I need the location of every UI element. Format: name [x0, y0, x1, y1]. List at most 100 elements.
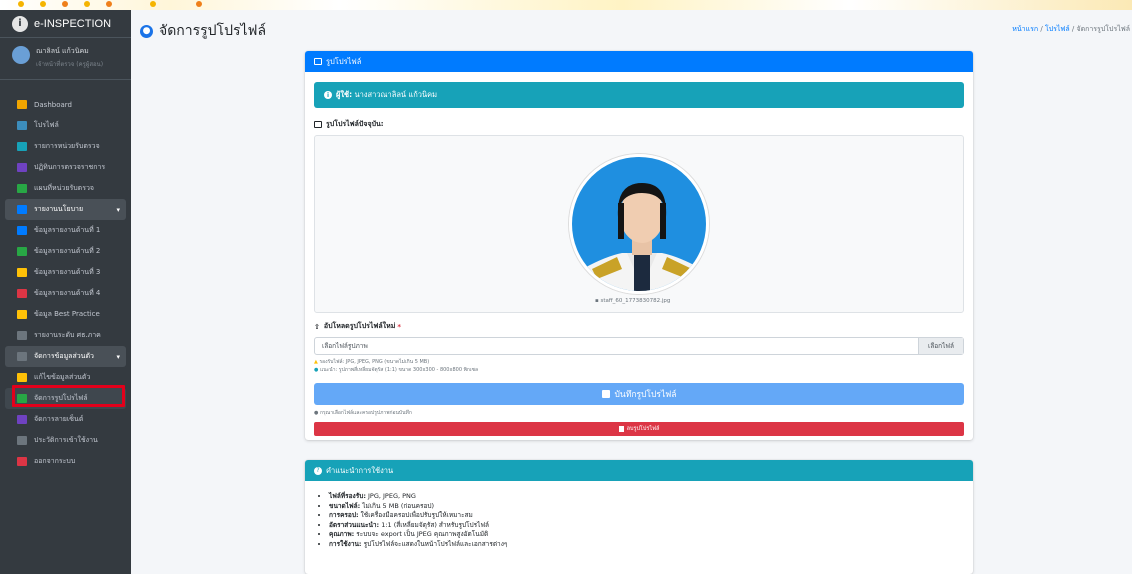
- sidebar-item-label: รายการหน่วยรับตรวจ: [34, 142, 100, 150]
- active-item-highlight: [12, 385, 125, 407]
- photo-filename: ▪ staff_60_1773830782.jpg: [595, 298, 671, 304]
- sidebar-item[interactable]: จัดการข้อมูลส่วนตัว ▾: [5, 346, 126, 367]
- photo-filename-text: staff_60_1773830782.jpg: [600, 298, 671, 304]
- sidebar-nav: Dashboard โปรไฟล์รายการหน่วยรับตรวจปฏิทิน…: [0, 80, 131, 472]
- history-icon: [17, 436, 27, 445]
- warning-icon: ▲: [314, 359, 318, 365]
- sidebar-item-label: ออกจากระบบ: [34, 457, 76, 465]
- upload-label-text: อัปโหลดรูปโปรไฟล์ใหม่: [323, 322, 396, 330]
- user-role: เจ้าหน้าที่ตรวจ (ครูผู้สอน): [36, 61, 104, 68]
- user-circle-icon: ●: [140, 24, 153, 38]
- profile-card-header: รูปโปรไฟล์: [305, 51, 973, 72]
- sidebar-item-label: ข้อมูลรายงานด้านที่ 1: [34, 226, 101, 234]
- sidebar-item-label: รายงานนโยบาย: [34, 205, 84, 213]
- sidebar-item[interactable]: ปฏิทินการตรวจราชการ: [5, 157, 126, 178]
- hint-formats-text: รองรับไฟล์: JPG, JPEG, PNG (ขนาดไม่เกิน …: [319, 359, 430, 365]
- guide-item: อัตราส่วนแนะนำ: 1:1 (สี่เหลี่ยมจัตุรัส) …: [329, 521, 507, 531]
- sidebar-item[interactable]: ข้อมูลรายงานด้านที่ 1: [5, 220, 126, 241]
- top-decorative-strip: [0, 0, 1132, 10]
- page-title-text: จัดการรูปโปรไฟล์: [159, 23, 267, 39]
- sidebar-item[interactable]: รายงานนโยบาย ▾: [5, 199, 126, 220]
- calendar-icon: [17, 163, 27, 172]
- sidebar-item[interactable]: รายงานระดับ ศธ.ภาค: [5, 325, 126, 346]
- sidebar-item-label: ข้อมูลรายงานด้านที่ 4: [34, 289, 101, 297]
- hint-size-text: แนะนำ: รูปภาพสี่เหลี่ยมจัตุรัส (1:1) ขนา…: [319, 367, 479, 373]
- user-icon: [17, 121, 27, 130]
- sidebar-item[interactable]: ข้อมูล Best Practice: [5, 304, 126, 325]
- sidebar-item-label: แผนที่หน่วยรับตรวจ: [34, 184, 94, 192]
- guide-item-key: อัตราส่วนแนะนำ:: [329, 520, 380, 529]
- guide-item-value: ระบบจะ export เป็น JPEG คุณภาพสูงอัตโนมั…: [354, 530, 489, 538]
- guide-item-key: การครอป:: [329, 511, 359, 519]
- list-icon: [17, 142, 27, 151]
- user-edit-icon: [17, 373, 27, 382]
- save-icon: [601, 390, 610, 398]
- sidebar-item-label: แก้ไขข้อมูลส่วนตัว: [34, 373, 91, 381]
- profile-photo: [569, 154, 709, 294]
- sidebar-item-label: รายงานระดับ ศธ.ภาค: [34, 331, 101, 339]
- guide-item: ขนาดไฟล์: ไม่เกิน 5 MB (ก่อนครอป): [329, 502, 507, 512]
- question-icon: ?: [314, 466, 322, 475]
- info-icon: ●: [314, 410, 319, 416]
- guide-item: ไฟล์ที่รองรับ: JPG, JPEG, PNG: [329, 492, 507, 502]
- sidebar-item[interactable]: ออกจากระบบ: [5, 451, 126, 472]
- sidebar-item[interactable]: ข้อมูลรายงานด้านที่ 3: [5, 262, 126, 283]
- file-icon: [17, 289, 27, 298]
- guide-card: ? คำแนะนำการใช้งาน ไฟล์ที่รองรับ: JPG, J…: [305, 460, 973, 574]
- info-icon: i: [324, 91, 332, 99]
- file-icon: [17, 247, 27, 256]
- user-value: นางสาวณาลิลน์ แก้วนิคม: [354, 90, 438, 99]
- page-title: ● จัดการรูปโปรไฟล์: [140, 20, 266, 42]
- sidebar-item[interactable]: ประวัติการเข้าใช้งาน: [5, 430, 126, 451]
- file-input-placeholder: เลือกไฟล์รูปภาพ: [322, 342, 368, 350]
- guide-item-value: ใช้เครื่องมือครอปเพื่อปรับรูปให้เหมาะสม: [358, 511, 473, 519]
- sidebar-item-label: ข้อมูลรายงานด้านที่ 3: [34, 268, 101, 276]
- guide-list: ไฟล์ที่รองรับ: JPG, JPEG, PNGขนาดไฟล์: ไ…: [329, 492, 507, 549]
- current-photo-box: ▪ staff_60_1773830782.jpg: [314, 135, 964, 313]
- file-icon: [17, 226, 27, 235]
- folder-icon: [17, 205, 27, 214]
- sidebar-item-label: จัดการข้อมูลส่วนตัว: [34, 352, 94, 360]
- guide-item-value: 1:1 (สี่เหลี่ยมจัตุรัส) สำหรับรูปโปรไฟล์: [379, 520, 490, 529]
- required-mark: *: [397, 322, 401, 331]
- guide-item-key: คุณภาพ:: [329, 530, 355, 538]
- sidebar-item[interactable]: รายการหน่วยรับตรวจ: [5, 136, 126, 157]
- signature-icon: [17, 415, 27, 424]
- delete-photo-label: ลบรูปโปรไฟล์: [626, 426, 660, 432]
- user-panel[interactable]: ณาลิลน์ แก้วนิคม เจ้าหน้าที่ตรวจ (ครูผู้…: [0, 38, 131, 80]
- guide-item-value: ไม่เกิน 5 MB (ก่อนครอป): [360, 501, 435, 510]
- browse-button[interactable]: เลือกไฟล์: [918, 338, 963, 354]
- file-input[interactable]: เลือกไฟล์รูปภาพ เลือกไฟล์: [314, 337, 964, 355]
- sidebar-item[interactable]: ข้อมูลรายงานด้านที่ 4: [5, 283, 126, 304]
- brand-logo-icon: i: [12, 15, 28, 32]
- sidebar-item[interactable]: แผนที่หน่วยรับตรวจ: [5, 178, 126, 199]
- save-photo-button[interactable]: บันทึกรูปโปรไฟล์: [314, 383, 964, 405]
- logout-icon: [17, 457, 27, 466]
- chevron-down-icon: ▾: [116, 205, 120, 214]
- breadcrumb-profile[interactable]: โปรไฟล์: [1045, 25, 1070, 33]
- save-note: ● กรุณาเลือกไฟล์และครอปรูปภาพก่อนบันทึก: [314, 409, 412, 417]
- breadcrumb-home[interactable]: หน้าแรก: [1012, 25, 1038, 33]
- delete-photo-button[interactable]: ลบรูปโปรไฟล์: [314, 422, 964, 436]
- sidebar-item-label: จัดการลายเซ็นต์: [34, 415, 84, 423]
- upload-icon: ⇧: [314, 322, 320, 331]
- current-photo-label-text: รูปโปรไฟล์ปัจจุบัน:: [326, 120, 384, 128]
- sidebar-item[interactable]: โปรไฟล์: [5, 115, 126, 136]
- sidebar-item-label: ข้อมูล Best Practice: [34, 310, 100, 318]
- profile-card: รูปโปรไฟล์ i ผู้ใช้: นางสาวณาลิลน์ แก้วน…: [305, 51, 973, 440]
- brand[interactable]: i e-INSPECTION: [0, 10, 131, 38]
- breadcrumb-current: จัดการรูปโปรไฟล์: [1076, 25, 1130, 33]
- sidebar-item-label: Dashboard: [34, 100, 72, 109]
- guide-item: คุณภาพ: ระบบจะ export เป็น JPEG คุณภาพสู…: [329, 530, 507, 540]
- guide-item-key: การใช้งาน:: [329, 539, 362, 548]
- image-icon: [314, 121, 322, 128]
- current-photo-label: รูปโปรไฟล์ปัจจุบัน:: [314, 119, 384, 130]
- sidebar-item-label: ปฏิทินการตรวจราชการ: [34, 163, 106, 171]
- guide-item-value: JPG, JPEG, PNG: [365, 492, 416, 500]
- user-alert: i ผู้ใช้: นางสาวณาลิลน์ แก้วนิคม: [314, 82, 964, 108]
- cogs-icon: [17, 352, 27, 361]
- sidebar-item[interactable]: Dashboard: [5, 94, 126, 115]
- sidebar-item[interactable]: ข้อมูลรายงานด้านที่ 2: [5, 241, 126, 262]
- sidebar-item[interactable]: จัดการลายเซ็นต์: [5, 409, 126, 430]
- chevron-down-icon: ▾: [116, 352, 120, 361]
